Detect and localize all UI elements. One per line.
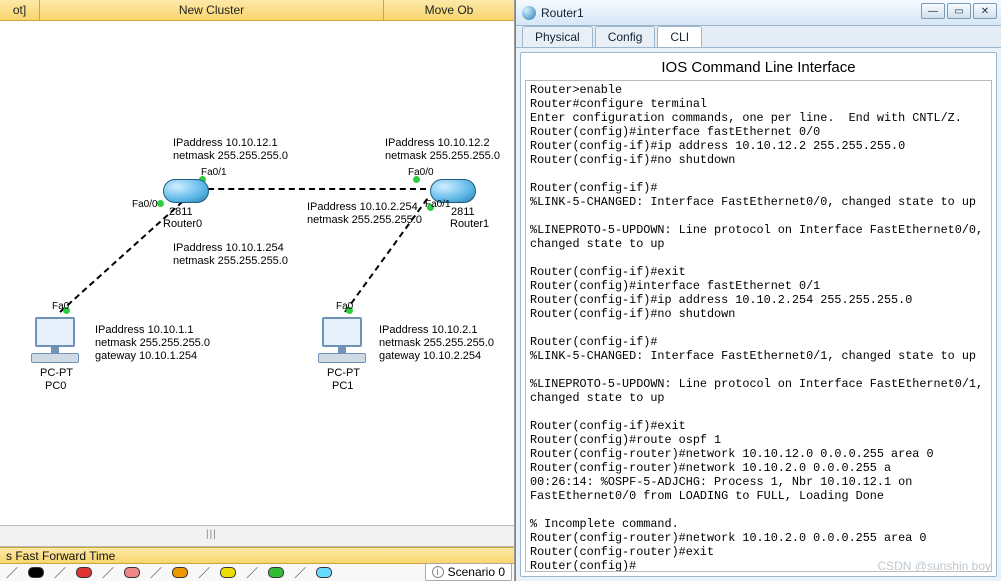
- scenario-label: Scenario 0: [448, 565, 505, 579]
- info-icon: i: [432, 566, 444, 578]
- scenario-selector[interactable]: i Scenario 0: [425, 563, 512, 581]
- port-r1-fa01: Fa0/1: [425, 199, 451, 210]
- pen-icon[interactable]: ／: [54, 564, 66, 581]
- cli-output: Router>enable Router#configure terminal …: [526, 81, 991, 572]
- new-cluster-button[interactable]: New Cluster: [40, 0, 384, 20]
- label-pc1-name: PC1: [332, 380, 353, 392]
- router-icon: [522, 6, 536, 20]
- router1-window: Router1 — ▭ ✕ Physical Config CLI IOS Co…: [515, 0, 1001, 581]
- label-pc1-type: PC-PT: [327, 367, 360, 379]
- swatch-orange[interactable]: [172, 567, 188, 578]
- yellow-toolbar: ot] New Cluster Move Ob: [0, 0, 514, 21]
- swatch-pink[interactable]: [124, 567, 140, 578]
- scroll-strip[interactable]: |||: [0, 525, 514, 547]
- label-pc0-type: PC-PT: [40, 367, 73, 379]
- cli-terminal[interactable]: Router>enable Router#configure terminal …: [525, 80, 992, 572]
- label-pc0-cfg: IPaddress 10.10.1.1netmask 255.255.255.0…: [95, 324, 210, 363]
- cli-title: IOS Command Line Interface: [521, 53, 996, 80]
- window-title: Router1: [541, 6, 584, 20]
- pen-icon[interactable]: ／: [198, 564, 210, 581]
- pen-icon[interactable]: ／: [102, 564, 114, 581]
- pen-icon[interactable]: ／: [294, 564, 306, 581]
- swatch-black[interactable]: [28, 567, 44, 578]
- pc0-monitor[interactable]: [35, 317, 75, 347]
- move-object-button[interactable]: Move Ob: [384, 0, 514, 20]
- label-pc0-name: PC0: [45, 380, 66, 392]
- router0-icon[interactable]: [163, 179, 209, 203]
- maximize-button[interactable]: ▭: [947, 3, 971, 19]
- tab-physical[interactable]: Physical: [522, 26, 593, 47]
- swatch-cyan[interactable]: [316, 567, 332, 578]
- label-r0-name: Router0: [163, 218, 202, 231]
- label-r1-ip: IPaddress 10.10.12.2netmask 255.255.255.…: [385, 137, 500, 163]
- tab-config[interactable]: Config: [595, 26, 656, 47]
- pc1-monitor[interactable]: [322, 317, 362, 347]
- pen-icon[interactable]: ／: [150, 564, 162, 581]
- port-r0-fa00: Fa0/0: [132, 199, 158, 210]
- label-r0-lan: IPaddress 10.10.1.254netmask 255.255.255…: [173, 242, 288, 268]
- tab-cli[interactable]: CLI: [657, 26, 702, 47]
- label-r0-ip: IPaddress 10.10.12.1netmask 255.255.255.…: [173, 137, 288, 163]
- pc0-base: [31, 353, 79, 363]
- pen-icon[interactable]: ／: [246, 564, 258, 581]
- port-pc1-fa0: Fa0: [336, 301, 353, 312]
- port-pc0-fa0: Fa0: [52, 301, 69, 312]
- tab-strip: Physical Config CLI: [516, 26, 1001, 48]
- grip-icon: |||: [206, 529, 217, 540]
- port-dot: [157, 200, 164, 207]
- port-r0-fa01: Fa0/1: [201, 167, 227, 178]
- toolbar-left-fragment: ot]: [0, 0, 40, 20]
- pc1-base: [318, 353, 366, 363]
- color-palette-bar: ／ ／ ／ ／ ／ ／ ／ i Scenario 0: [0, 564, 514, 581]
- fast-forward-bar[interactable]: s Fast Forward Time: [0, 547, 514, 564]
- swatch-red[interactable]: [76, 567, 92, 578]
- watermark: CSDN @sunshin boy: [877, 559, 991, 573]
- packet-tracer-panel: ot] New Cluster Move Ob: [0, 0, 515, 581]
- label-r1-lan: IPaddress 10.10.2.254netmask 255.255.255…: [307, 201, 422, 227]
- swatch-yellow[interactable]: [220, 567, 236, 578]
- close-button[interactable]: ✕: [973, 3, 997, 19]
- topology-canvas[interactable]: IPaddress 10.10.12.1netmask 255.255.255.…: [0, 21, 514, 525]
- window-titlebar[interactable]: Router1 — ▭ ✕: [516, 0, 1001, 26]
- swatch-green[interactable]: [268, 567, 284, 578]
- cli-frame: IOS Command Line Interface Router>enable…: [520, 52, 997, 577]
- link-router0-router1[interactable]: [198, 188, 426, 190]
- label-pc1-cfg: IPaddress 10.10.2.1netmask 255.255.255.0…: [379, 324, 494, 363]
- pen-icon[interactable]: ／: [6, 564, 18, 581]
- minimize-button[interactable]: —: [921, 3, 945, 19]
- port-r1-fa00: Fa0/0: [408, 167, 434, 178]
- label-r1-name: Router1: [450, 218, 489, 231]
